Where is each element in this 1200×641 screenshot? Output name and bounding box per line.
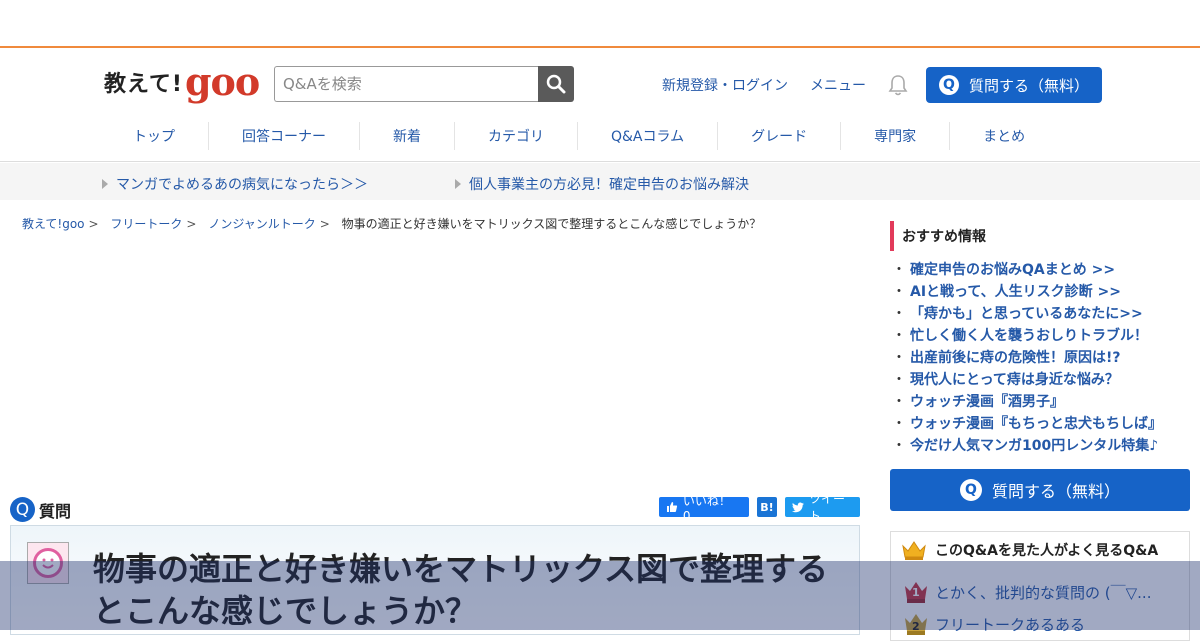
promo-bar: マンガでよめるあの病気になったら＞＞ 個人事業主の方必見！確定申告のお悩み解決 — [0, 163, 1200, 200]
breadcrumb-separator: > — [88, 217, 99, 231]
twitter-bird-icon — [792, 502, 804, 512]
recommend-link[interactable]: 確定申告のお悩みQAまとめ >> — [910, 259, 1115, 279]
site-logo[interactable]: 教えて! goo — [104, 59, 260, 104]
recommend-link[interactable]: 今だけ人気マンガ100円レンタル特集♪ — [910, 435, 1158, 455]
list-item: ・「痔かも」と思っているあなたに>> — [892, 302, 1162, 324]
hatena-bookmark-button[interactable]: B! — [757, 497, 777, 517]
header-links: 新規登録・ログイン メニュー — [662, 74, 908, 96]
question-label: Q 質問 — [10, 497, 71, 522]
like-label: いいね！ 0 — [682, 493, 731, 523]
social-buttons: いいね！ 0 B! ツイート — [659, 492, 860, 523]
bell-icon[interactable] — [888, 74, 908, 96]
list-item: ・確定申告のお悩みQAまとめ >> — [892, 258, 1162, 280]
list-item: ・今だけ人気マンガ100円レンタル特集♪ — [892, 434, 1162, 456]
breadcrumb-separator: > — [186, 217, 197, 231]
triangle-icon — [455, 179, 461, 189]
avatar[interactable] — [27, 542, 69, 584]
q-icon: Q — [938, 75, 959, 95]
recommend-list: ・確定申告のお悩みQAまとめ >> ・ AIと戦って、人生リスク診断 >> ・「痔… — [892, 258, 1162, 456]
rank-badge-2: 2 — [903, 612, 929, 636]
breadcrumb: 教えて!goo > フリートーク > ノンジャンルトーク > 物事の適正と好き嫌いをマ… — [22, 215, 761, 232]
logo-text: 教えて! — [104, 72, 183, 97]
thumbs-up-icon — [666, 502, 678, 512]
ad-space — [10, 240, 860, 490]
popular-qa-title: このQ&Aを見た人がよく見るQ&A — [935, 543, 1159, 559]
search-form — [274, 66, 574, 102]
recommend-link[interactable]: 現代人にとって痔は身近な悩み？ — [910, 369, 1119, 389]
promo-label: マンガでよめるあの病気になったら＞＞ — [116, 177, 368, 193]
list-item: ・ AIと戦って、人生リスク診断 >> — [892, 280, 1162, 302]
list-item: ・ウォッチ漫画『酒男子』 — [892, 390, 1162, 412]
ask-question-button[interactable]: Q 質問する（無料） — [926, 67, 1102, 103]
menu-link[interactable]: メニュー — [810, 75, 866, 95]
search-button[interactable] — [538, 66, 574, 102]
question-label-text: 質問 — [39, 501, 72, 521]
popular-qa-box: このQ&Aを見た人がよく見るQ&A 1 とかく、批判的な質問の (￣▽... 2… — [890, 531, 1190, 641]
promo-link-manga[interactable]: マンガでよめるあの病気になったら＞＞ — [102, 174, 368, 194]
list-item[interactable]: 2 フリートークあるある — [903, 612, 1085, 636]
breadcrumb-home[interactable]: 教えて!goo — [22, 217, 85, 231]
question-title: 物事の適正と好き嫌いをマトリックス図で整理するとこんな感じでしょうか？ — [93, 550, 829, 630]
triangle-icon — [102, 179, 108, 189]
nav-qa-column[interactable]: Q&Aコラム — [578, 122, 719, 150]
smiley-face-icon — [33, 548, 63, 578]
ask-question-label: 質問する（無料） — [968, 76, 1089, 95]
promo-label: 個人事業主の方必見！確定申告のお悩み解決 — [469, 177, 749, 193]
rank-number: 2 — [912, 620, 920, 633]
recommend-link[interactable]: 出産前後に痔の危険性！原因は!? — [910, 347, 1121, 367]
crown-icon — [902, 541, 926, 560]
nav-matome[interactable]: まとめ — [950, 122, 1058, 150]
list-item: ・ウォッチ漫画『もちっと忠犬もちしば』 — [892, 412, 1162, 434]
search-input[interactable] — [274, 66, 538, 102]
breadcrumb-current: 物事の適正と好き嫌いをマトリックス図で整理するとこんな感じでしょうか？ — [341, 217, 762, 231]
list-item: ・出産前後に痔の危険性！原因は!? — [892, 346, 1162, 368]
global-nav: トップ 回答コーナー 新着 カテゴリ Q&Aコラム グレード 専門家 まとめ — [100, 116, 1058, 156]
rank-badge-1: 1 — [903, 580, 929, 604]
nav-grade[interactable]: グレード — [718, 122, 842, 150]
breadcrumb-non-genre[interactable]: ノンジャンルトーク — [208, 217, 315, 231]
promo-link-tax[interactable]: 個人事業主の方必見！確定申告のお悩み解決 — [455, 174, 749, 194]
question-box: 物事の適正と好き嫌いをマトリックス図で整理するとこんな感じでしょうか？ — [10, 525, 860, 635]
top-ad-bar — [0, 0, 1200, 48]
logo-brand: goo — [184, 59, 260, 104]
recommend-link[interactable]: 忙しく働く人を襲うおしりトラブル！ — [910, 325, 1148, 345]
rank-number: 1 — [912, 586, 920, 599]
popular-link: とかく、批判的な質問の (￣▽... — [935, 583, 1152, 602]
sidebar-ask-button[interactable]: Q 質問する（無料） — [890, 469, 1190, 511]
list-item: ・現代人にとって痔は身近な悩み？ — [892, 368, 1162, 390]
nav-answer-corner[interactable]: 回答コーナー — [209, 122, 360, 150]
recommend-link[interactable]: ウォッチ漫画『酒男子』 — [910, 391, 1064, 411]
list-item[interactable]: 1 とかく、批判的な質問の (￣▽... — [903, 580, 1151, 604]
list-item: ・忙しく働く人を襲うおしりトラブル！ — [892, 324, 1162, 346]
q-icon: Q — [10, 497, 35, 522]
facebook-like-button[interactable]: いいね！ 0 — [659, 494, 749, 523]
site-header: 教えて! goo 新規登録・ログイン メニュー Q 質問する（無料） トップ 回… — [0, 50, 1200, 162]
nav-category[interactable]: カテゴリ — [455, 122, 578, 150]
recommend-title: おすすめ情報 — [890, 221, 986, 251]
breadcrumb-separator: > — [319, 217, 330, 231]
breadcrumb-free-talk[interactable]: フリートーク — [110, 217, 182, 231]
recommend-link[interactable]: 「痔かも」と思っているあなたに>> — [910, 303, 1143, 323]
recommend-link[interactable]: AIと戦って、人生リスク診断 >> — [910, 281, 1121, 301]
tweet-label: ツイート — [808, 492, 845, 523]
tweet-button[interactable]: ツイート — [785, 492, 860, 523]
nav-expert[interactable]: 専門家 — [841, 122, 951, 150]
nav-new[interactable]: 新着 — [360, 122, 455, 150]
nav-top[interactable]: トップ — [100, 122, 209, 150]
popular-qa-header: このQ&Aを見た人がよく見るQ&A — [901, 540, 1158, 560]
popular-link: フリートークあるある — [935, 615, 1086, 634]
signup-login-link[interactable]: 新規登録・ログイン — [662, 75, 788, 95]
sidebar-ask-label: 質問する（無料） — [991, 482, 1120, 501]
recommend-link[interactable]: ウォッチ漫画『もちっと忠犬もちしば』 — [910, 413, 1162, 433]
search-icon — [546, 74, 566, 94]
q-icon: Q — [959, 479, 982, 501]
